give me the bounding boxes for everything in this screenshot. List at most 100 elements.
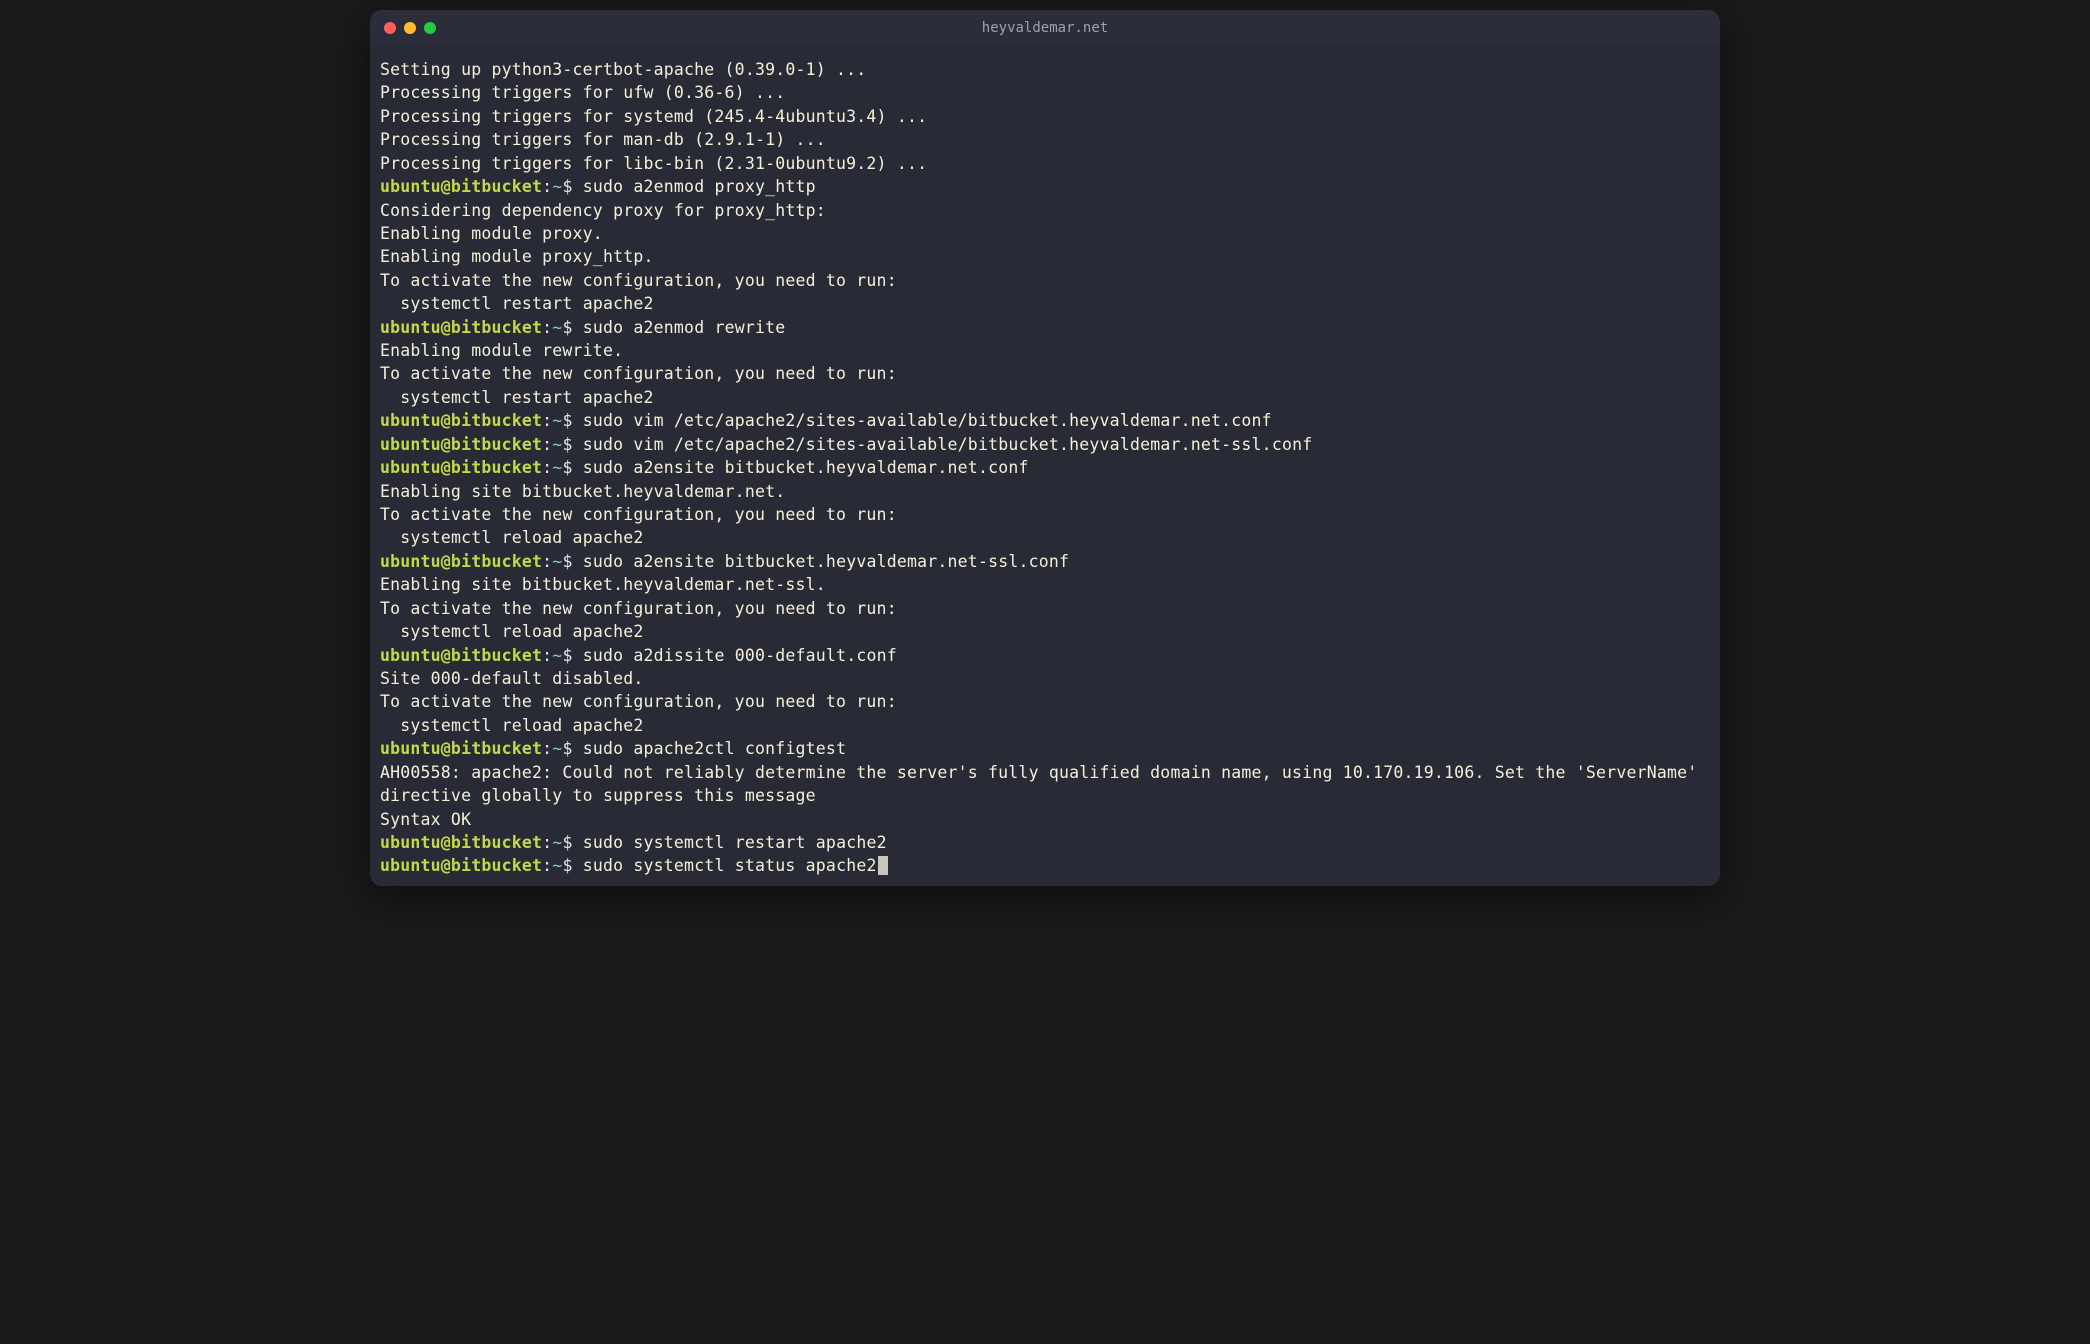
prompt-symbol: $ — [562, 552, 582, 571]
terminal-output-line: Enabling site bitbucket.heyvaldemar.net. — [380, 480, 1710, 503]
command-text: sudo a2enmod rewrite — [583, 318, 786, 337]
terminal-output-line: AH00558: apache2: Could not reliably det… — [380, 761, 1710, 808]
terminal-output-line: To activate the new configuration, you n… — [380, 503, 1710, 526]
output-text: Processing triggers for man-db (2.9.1-1)… — [380, 130, 826, 149]
terminal-output-line: Enabling module proxy_http. — [380, 245, 1710, 268]
prompt-symbol: $ — [562, 177, 582, 196]
prompt-userhost: ubuntu@bitbucket — [380, 177, 542, 196]
terminal-command-line: ubuntu@bitbucket:~$ sudo a2enmod rewrite — [380, 316, 1710, 339]
terminal-output-line: To activate the new configuration, you n… — [380, 597, 1710, 620]
output-text: Enabling site bitbucket.heyvaldemar.net. — [380, 482, 785, 501]
prompt-userhost: ubuntu@bitbucket — [380, 458, 542, 477]
terminal-command-line: ubuntu@bitbucket:~$ sudo a2ensite bitbuc… — [380, 550, 1710, 573]
output-text: Enabling module proxy. — [380, 224, 603, 243]
prompt-path: ~ — [552, 856, 562, 875]
terminal-output-line: Processing triggers for ufw (0.36-6) ... — [380, 81, 1710, 104]
output-text: Site 000-default disabled. — [380, 669, 643, 688]
command-text: sudo a2enmod proxy_http — [583, 177, 816, 196]
command-text: sudo a2ensite bitbucket.heyvaldemar.net.… — [583, 458, 1029, 477]
titlebar: heyvaldemar.net — [370, 10, 1720, 46]
terminal-output-line: Enabling module proxy. — [380, 222, 1710, 245]
traffic-lights — [384, 22, 436, 34]
prompt-symbol: $ — [562, 435, 582, 454]
output-text: Enabling module rewrite. — [380, 341, 623, 360]
output-text: Enabling module proxy_http. — [380, 247, 654, 266]
command-text: sudo vim /etc/apache2/sites-available/bi… — [583, 411, 1272, 430]
output-text: systemctl restart apache2 — [380, 388, 654, 407]
terminal-command-line: ubuntu@bitbucket:~$ sudo vim /etc/apache… — [380, 409, 1710, 432]
prompt-userhost: ubuntu@bitbucket — [380, 435, 542, 454]
terminal-output-line: systemctl reload apache2 — [380, 620, 1710, 643]
output-text: systemctl restart apache2 — [380, 294, 654, 313]
minimize-icon[interactable] — [404, 22, 416, 34]
prompt-symbol: $ — [562, 318, 582, 337]
prompt-separator: : — [542, 177, 552, 196]
terminal-output-line: systemctl reload apache2 — [380, 526, 1710, 549]
terminal-command-line: ubuntu@bitbucket:~$ sudo vim /etc/apache… — [380, 433, 1710, 456]
maximize-icon[interactable] — [424, 22, 436, 34]
terminal-output-line: systemctl restart apache2 — [380, 292, 1710, 315]
prompt-symbol: $ — [562, 458, 582, 477]
terminal-output-line: Site 000-default disabled. — [380, 667, 1710, 690]
prompt-separator: : — [542, 833, 552, 852]
prompt-separator: : — [542, 856, 552, 875]
prompt-symbol: $ — [562, 646, 582, 665]
output-text: Considering dependency proxy for proxy_h… — [380, 201, 826, 220]
terminal-command-line: ubuntu@bitbucket:~$ sudo apache2ctl conf… — [380, 737, 1710, 760]
output-text: Processing triggers for libc-bin (2.31-0… — [380, 154, 927, 173]
prompt-userhost: ubuntu@bitbucket — [380, 552, 542, 571]
prompt-userhost: ubuntu@bitbucket — [380, 646, 542, 665]
terminal-command-line: ubuntu@bitbucket:~$ sudo a2dissite 000-d… — [380, 644, 1710, 667]
terminal-output-line: Processing triggers for man-db (2.9.1-1)… — [380, 128, 1710, 151]
output-text: To activate the new configuration, you n… — [380, 271, 897, 290]
terminal-command-line: ubuntu@bitbucket:~$ sudo systemctl resta… — [380, 831, 1710, 854]
output-text: To activate the new configuration, you n… — [380, 692, 897, 711]
terminal-output-line: systemctl restart apache2 — [380, 386, 1710, 409]
prompt-separator: : — [542, 458, 552, 477]
output-text: AH00558: apache2: Could not reliably det… — [380, 763, 1708, 805]
prompt-userhost: ubuntu@bitbucket — [380, 856, 542, 875]
terminal-output-line: Setting up python3-certbot-apache (0.39.… — [380, 58, 1710, 81]
command-text: sudo vim /etc/apache2/sites-available/bi… — [583, 435, 1313, 454]
terminal-command-line: ubuntu@bitbucket:~$ sudo systemctl statu… — [380, 854, 1710, 877]
prompt-separator: : — [542, 318, 552, 337]
output-text: systemctl reload apache2 — [380, 622, 644, 641]
output-text: Setting up python3-certbot-apache (0.39.… — [380, 60, 866, 79]
terminal-command-line: ubuntu@bitbucket:~$ sudo a2ensite bitbuc… — [380, 456, 1710, 479]
prompt-symbol: $ — [562, 833, 582, 852]
prompt-path: ~ — [552, 552, 562, 571]
prompt-symbol: $ — [562, 856, 582, 875]
terminal-output-line: Enabling module rewrite. — [380, 339, 1710, 362]
command-text: sudo apache2ctl configtest — [583, 739, 846, 758]
command-text: sudo a2dissite 000-default.conf — [583, 646, 897, 665]
terminal-output[interactable]: Setting up python3-certbot-apache (0.39.… — [370, 46, 1720, 886]
command-text: sudo systemctl restart apache2 — [583, 833, 887, 852]
output-text: Processing triggers for systemd (245.4-4… — [380, 107, 927, 126]
prompt-userhost: ubuntu@bitbucket — [380, 411, 542, 430]
terminal-output-line: Enabling site bitbucket.heyvaldemar.net-… — [380, 573, 1710, 596]
prompt-path: ~ — [552, 739, 562, 758]
output-text: To activate the new configuration, you n… — [380, 599, 897, 618]
prompt-separator: : — [542, 739, 552, 758]
terminal-output-line: systemctl reload apache2 — [380, 714, 1710, 737]
prompt-path: ~ — [552, 833, 562, 852]
command-text: sudo a2ensite bitbucket.heyvaldemar.net-… — [583, 552, 1069, 571]
terminal-output-line: To activate the new configuration, you n… — [380, 269, 1710, 292]
terminal-output-line: Processing triggers for libc-bin (2.31-0… — [380, 152, 1710, 175]
prompt-path: ~ — [552, 177, 562, 196]
window-title: heyvaldemar.net — [982, 20, 1108, 36]
output-text: Syntax OK — [380, 810, 471, 829]
prompt-path: ~ — [552, 646, 562, 665]
output-text: Processing triggers for ufw (0.36-6) ... — [380, 83, 785, 102]
terminal-output-line: To activate the new configuration, you n… — [380, 362, 1710, 385]
prompt-userhost: ubuntu@bitbucket — [380, 739, 542, 758]
prompt-path: ~ — [552, 435, 562, 454]
terminal-output-line: To activate the new configuration, you n… — [380, 690, 1710, 713]
prompt-path: ~ — [552, 411, 562, 430]
prompt-separator: : — [542, 552, 552, 571]
output-text: To activate the new configuration, you n… — [380, 505, 897, 524]
close-icon[interactable] — [384, 22, 396, 34]
terminal-window: heyvaldemar.net Setting up python3-certb… — [370, 10, 1720, 886]
terminal-output-line: Considering dependency proxy for proxy_h… — [380, 199, 1710, 222]
prompt-separator: : — [542, 435, 552, 454]
